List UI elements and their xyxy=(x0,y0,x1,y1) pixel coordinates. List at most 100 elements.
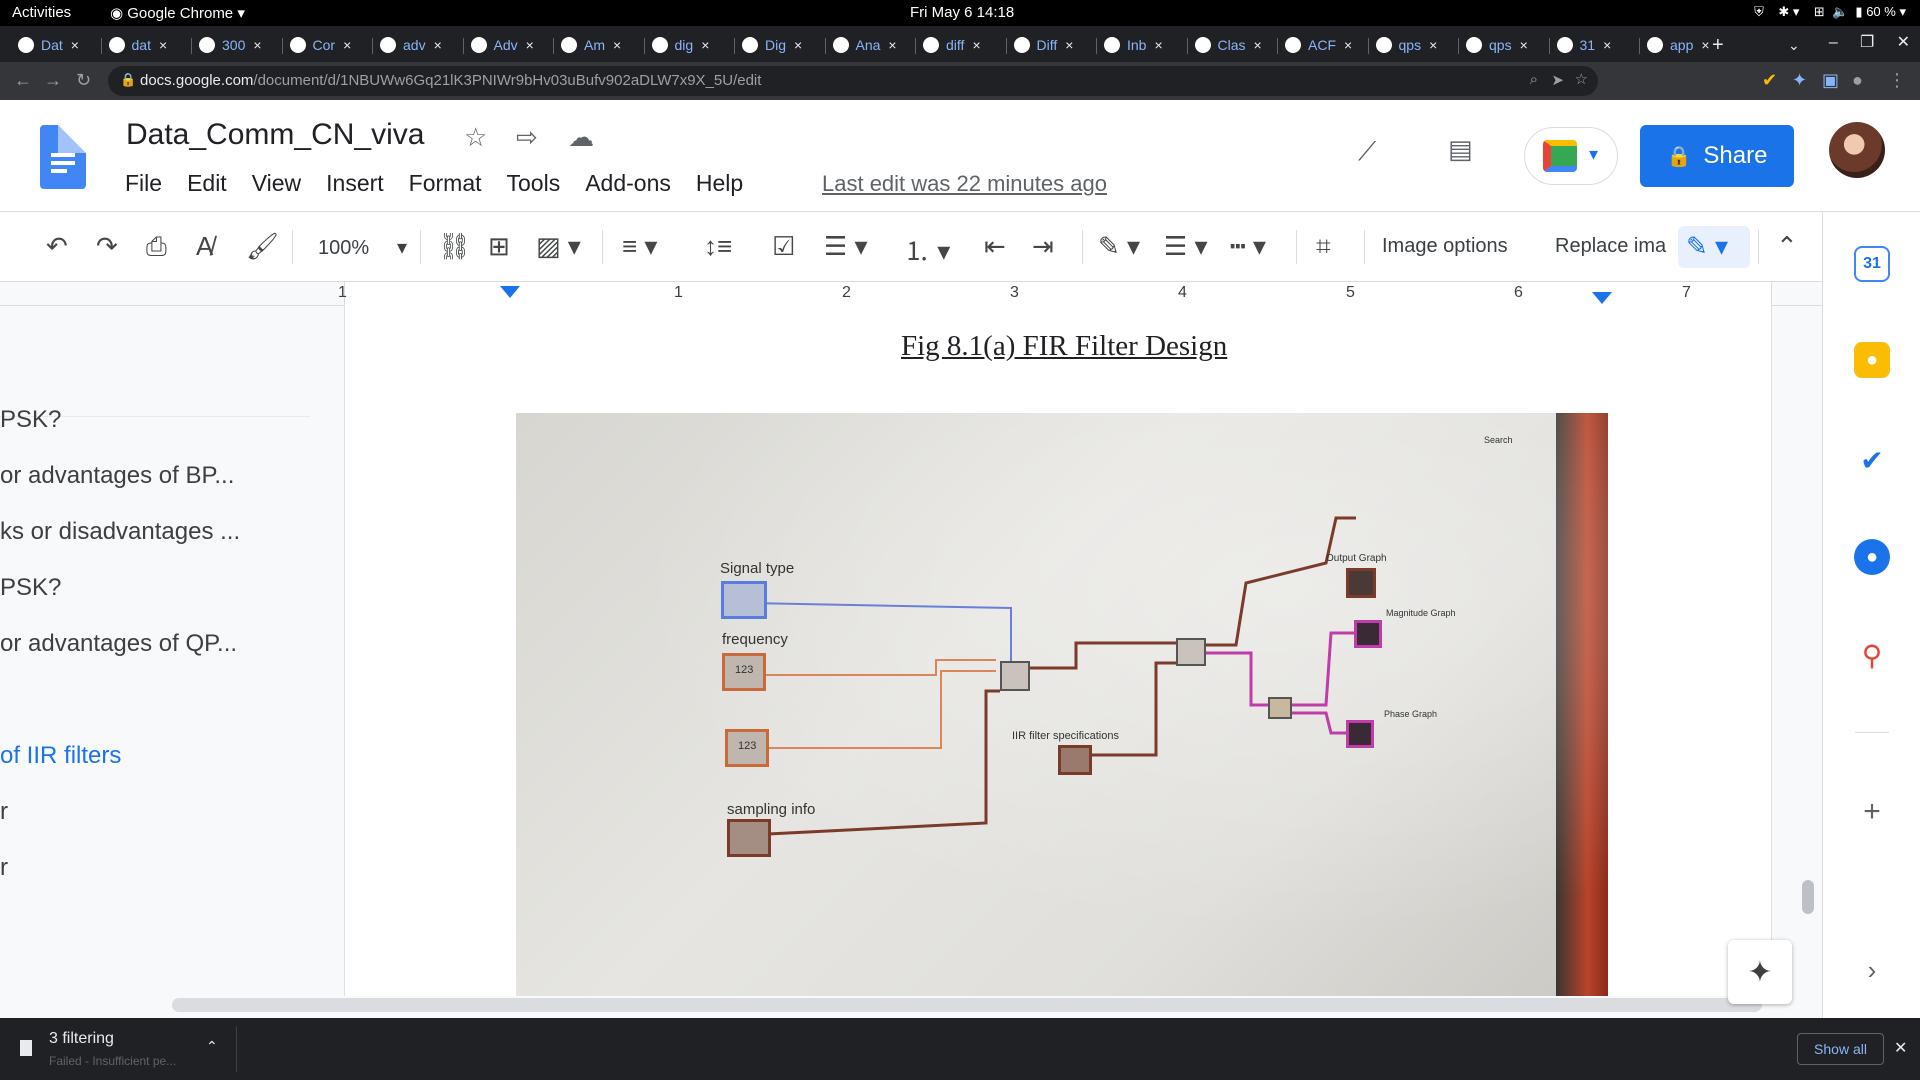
browser-tab[interactable]: Inb × xyxy=(1104,30,1163,60)
tasks-icon[interactable]: ✔ xyxy=(1854,442,1890,478)
border-dash-icon[interactable]: ┅ ▾ xyxy=(1230,231,1266,262)
close-tab-icon[interactable]: × xyxy=(1429,37,1437,53)
close-tab-icon[interactable]: × xyxy=(253,37,261,53)
maps-icon[interactable]: ⚲ xyxy=(1854,637,1890,673)
insert-image-icon[interactable]: ▨ ▾ xyxy=(536,231,581,262)
print-icon[interactable]: ⎙ xyxy=(146,231,167,263)
browser-tab[interactable]: Cor × xyxy=(289,30,351,60)
menu-item[interactable]: Help xyxy=(696,170,743,197)
chevron-right-icon[interactable]: › xyxy=(1854,952,1890,988)
browser-tab[interactable]: Ana × xyxy=(832,30,897,60)
decrease-indent-icon[interactable]: ⇤ xyxy=(984,231,1006,262)
keep-icon[interactable]: ● xyxy=(1854,342,1890,378)
close-tab-icon[interactable]: × xyxy=(1701,37,1709,53)
line-spacing-icon[interactable]: ↕≡ xyxy=(704,231,732,262)
app-menu[interactable]: ◉ Google Chrome ▾ xyxy=(110,4,245,22)
star-icon[interactable]: ☆ xyxy=(1575,70,1588,88)
close-tab-icon[interactable]: × xyxy=(1154,37,1162,53)
forward-icon[interactable]: → xyxy=(44,70,62,91)
restore-icon[interactable]: ❐ xyxy=(1860,34,1874,51)
outline-item[interactable]: or advantages of BP... xyxy=(0,462,234,490)
add-comment-icon[interactable]: ⊞ xyxy=(488,231,510,262)
menu-item[interactable]: Insert xyxy=(326,170,384,197)
zoom-select[interactable]: 100% ▾ xyxy=(318,235,407,260)
move-folder-icon[interactable]: ⇨ xyxy=(516,122,538,153)
comment-icon[interactable]: ▤ xyxy=(1448,134,1473,165)
download-filename[interactable]: 3 filtering xyxy=(49,1030,114,1048)
browser-tab[interactable]: Am × xyxy=(561,30,621,60)
last-edit-link[interactable]: Last edit was 22 minutes ago xyxy=(822,171,1107,197)
right-indent-marker[interactable] xyxy=(1592,292,1612,304)
close-tab-icon[interactable]: × xyxy=(1520,37,1528,53)
menu-item[interactable]: Format xyxy=(409,170,482,197)
close-tab-icon[interactable]: × xyxy=(434,37,442,53)
undo-icon[interactable]: ↶ xyxy=(46,231,68,262)
replace-image-button[interactable]: Replace ima xyxy=(1555,235,1666,258)
close-tab-icon[interactable]: × xyxy=(1344,37,1352,53)
meet-button[interactable]: ▾ xyxy=(1524,127,1618,185)
browser-tab[interactable]: app × xyxy=(1647,30,1710,60)
share-button[interactable]: 🔒 Share xyxy=(1640,125,1794,187)
clock[interactable]: Fri May 6 14:18 xyxy=(910,4,1014,21)
browser-tab[interactable]: dig × xyxy=(651,30,709,60)
close-tab-icon[interactable]: × xyxy=(794,37,802,53)
browser-tab[interactable]: 300 × xyxy=(199,30,262,60)
image-options-button[interactable]: Image options xyxy=(1382,235,1508,258)
menu-item[interactable]: View xyxy=(252,170,301,197)
browser-tab[interactable]: Clas × xyxy=(1194,30,1262,60)
account-avatar[interactable] xyxy=(1829,122,1885,178)
browser-tab[interactable]: qps × xyxy=(1375,30,1437,60)
new-tab-button[interactable]: + xyxy=(1712,30,1724,60)
close-tab-icon[interactable]: × xyxy=(71,37,79,53)
close-download-bar-icon[interactable]: ✕ xyxy=(1894,1038,1907,1058)
zoom-icon[interactable]: ⌕ xyxy=(1530,71,1538,88)
cloud-saved-icon[interactable]: ☁ xyxy=(568,122,594,153)
align-left-icon[interactable]: ≡ ▾ xyxy=(622,231,657,262)
close-tab-icon[interactable]: × xyxy=(613,37,621,53)
document-title[interactable]: Data_Comm_CN_viva xyxy=(126,118,424,152)
browser-tab[interactable]: Diff × xyxy=(1013,30,1073,60)
horizontal-scrollbar[interactable] xyxy=(172,998,1762,1012)
spellcheck-icon[interactable]: A̸ xyxy=(196,231,213,262)
bulleted-list-icon[interactable]: ☰ ▾ xyxy=(824,231,868,262)
tab-search-icon[interactable]: ⌄ xyxy=(1788,30,1800,60)
reload-icon[interactable]: ↻ xyxy=(76,70,91,91)
collapse-toolbar-icon[interactable]: ⌃ xyxy=(1776,231,1798,262)
document-page[interactable]: Fig 8.1(a) FIR Filter Design Search Sign… xyxy=(344,306,1772,996)
border-color-icon[interactable]: ✎ ▾ xyxy=(1098,231,1140,262)
outline-item[interactable]: r xyxy=(0,798,8,826)
calendar-icon[interactable]: 31 xyxy=(1854,246,1890,282)
docs-logo-icon[interactable] xyxy=(40,125,86,189)
menu-item[interactable]: File xyxy=(125,170,162,197)
profile-icon[interactable]: ● xyxy=(1852,70,1863,91)
close-tab-icon[interactable]: × xyxy=(888,37,896,53)
left-indent-marker[interactable] xyxy=(500,286,520,298)
side-panel-icon[interactable]: ▣ xyxy=(1822,70,1839,91)
vertical-scrollbar-thumb[interactable] xyxy=(1802,880,1814,914)
browser-tab[interactable]: ACF × xyxy=(1285,30,1352,60)
close-tab-icon[interactable]: × xyxy=(1065,37,1073,53)
star-icon[interactable]: ☆ xyxy=(464,122,487,153)
redo-icon[interactable]: ↷ xyxy=(96,231,118,262)
close-window-icon[interactable]: ✕ xyxy=(1897,34,1910,51)
contacts-icon[interactable]: ● xyxy=(1854,539,1890,575)
browser-tab[interactable]: Adv × xyxy=(470,30,534,60)
system-tray[interactable]: ⛨ ✱ ▾ ⊞ 🔈 ▮ 60 % ▾ xyxy=(1754,4,1906,20)
browser-tab[interactable]: Dat × xyxy=(18,30,79,60)
browser-tab[interactable]: Dig × xyxy=(742,30,802,60)
explore-assist-button[interactable]: ✦ xyxy=(1728,940,1792,1004)
url-bar[interactable]: 🔒 docs.google.com/document/d/1NBUWw6Gq21… xyxy=(108,66,1598,96)
ruler[interactable]: 1 1 2 3 4 5 6 7 xyxy=(0,282,1822,306)
increase-indent-icon[interactable]: ⇥ xyxy=(1032,231,1054,262)
show-all-button[interactable]: Show all xyxy=(1797,1033,1884,1065)
menu-item[interactable]: Add-ons xyxy=(585,170,671,197)
close-tab-icon[interactable]: × xyxy=(159,37,167,53)
crop-icon[interactable]: ⌗ xyxy=(1316,231,1331,263)
outline-item[interactable]: or advantages of QP... xyxy=(0,630,237,658)
close-tab-icon[interactable]: × xyxy=(972,37,980,53)
close-tab-icon[interactable]: × xyxy=(343,37,351,53)
extension-icon[interactable]: ✔ xyxy=(1762,70,1777,91)
activity-trend-icon[interactable]: ⟋ xyxy=(1358,136,1376,168)
border-weight-icon[interactable]: ☰ ▾ xyxy=(1164,231,1208,262)
close-tab-icon[interactable]: × xyxy=(701,37,709,53)
